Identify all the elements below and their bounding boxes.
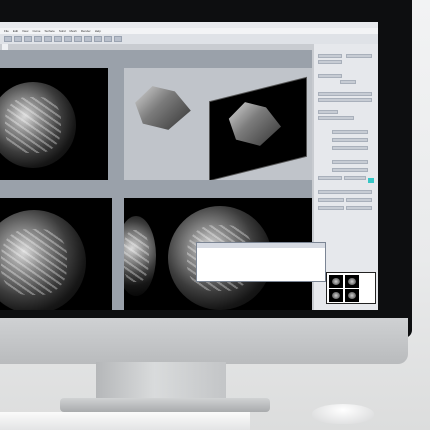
- monitor-chin: [0, 318, 408, 364]
- panel-field[interactable]: [318, 92, 372, 96]
- tool-button[interactable]: [84, 36, 92, 42]
- file-list-popup[interactable]: [196, 242, 326, 282]
- panel-field[interactable]: [318, 198, 344, 202]
- panel-button[interactable]: [332, 138, 368, 142]
- panel-field[interactable]: [344, 176, 366, 180]
- tool-button[interactable]: [114, 36, 122, 42]
- scan-sphere: [0, 82, 76, 168]
- panel-field[interactable]: [318, 54, 342, 58]
- panel-button[interactable]: [332, 160, 368, 164]
- panel-field[interactable]: [318, 206, 344, 210]
- color-swatch[interactable]: [368, 178, 374, 183]
- toolbar: [0, 34, 378, 44]
- scan-sphere: [124, 216, 156, 296]
- tool-button[interactable]: [104, 36, 112, 42]
- keyboard: [0, 412, 250, 430]
- monitor-stand-base: [60, 398, 270, 412]
- panel-button[interactable]: [340, 80, 356, 84]
- thumbnail[interactable]: [329, 275, 343, 288]
- scan-object-3d: [135, 86, 191, 130]
- tool-button[interactable]: [94, 36, 102, 42]
- viewport-bottom-left[interactable]: [0, 198, 112, 310]
- panel-field[interactable]: [318, 176, 342, 180]
- tool-button[interactable]: [64, 36, 72, 42]
- panel-field[interactable]: [318, 98, 372, 102]
- panel-field[interactable]: [346, 54, 372, 58]
- panel-field[interactable]: [318, 74, 342, 78]
- mouse: [312, 404, 374, 424]
- monitor-stand: [96, 362, 226, 400]
- panel-button[interactable]: [332, 146, 368, 150]
- thumbnail[interactable]: [345, 289, 359, 302]
- panel-button[interactable]: [332, 168, 368, 172]
- panel-field[interactable]: [318, 116, 354, 120]
- panel-button[interactable]: [332, 130, 368, 134]
- tool-button[interactable]: [24, 36, 32, 42]
- panel-field[interactable]: [346, 206, 372, 210]
- tool-button[interactable]: [14, 36, 22, 42]
- panel-field[interactable]: [346, 198, 372, 202]
- tool-button[interactable]: [44, 36, 52, 42]
- tool-button[interactable]: [34, 36, 42, 42]
- list-item[interactable]: [197, 275, 325, 278]
- viewport-top-left[interactable]: [0, 68, 108, 180]
- thumbnail-strip: [326, 272, 376, 304]
- panel-field[interactable]: [318, 190, 372, 194]
- tool-button[interactable]: [74, 36, 82, 42]
- tool-button[interactable]: [54, 36, 62, 42]
- scan-sphere: [0, 210, 86, 310]
- panel-field[interactable]: [318, 110, 338, 114]
- tool-button[interactable]: [4, 36, 12, 42]
- panel-field[interactable]: [318, 60, 342, 64]
- thumbnail[interactable]: [329, 289, 343, 302]
- monitor-screen: File Edit View Curve Surface Solid Mesh …: [0, 22, 378, 310]
- viewport-perspective[interactable]: [124, 68, 312, 180]
- thumbnail[interactable]: [345, 275, 359, 288]
